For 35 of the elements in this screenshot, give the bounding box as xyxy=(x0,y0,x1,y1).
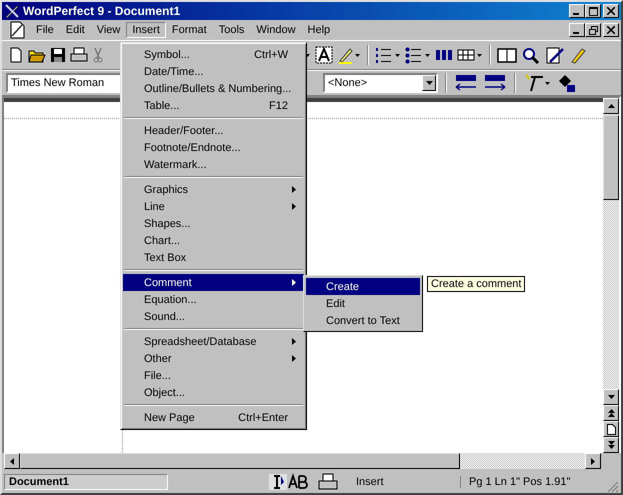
menu-entry[interactable]: File... xyxy=(123,367,304,384)
menu-entry[interactable]: Watermark... xyxy=(123,156,304,173)
menu-entry[interactable]: Spreadsheet/Database xyxy=(123,333,304,350)
menu-entry[interactable]: Comment xyxy=(123,274,304,291)
cursor-position: Pg 1 Ln 1" Pos 1.91" xyxy=(460,476,603,488)
menu-entry[interactable]: Shapes... xyxy=(123,215,304,232)
menu-item[interactable]: File xyxy=(30,22,60,38)
menu-entry[interactable]: Create xyxy=(306,278,420,295)
menu-entry[interactable]: New Page Ctrl+Enter xyxy=(123,409,304,426)
menu-item[interactable]: Window xyxy=(250,22,302,38)
menu-entry[interactable]: Convert to Text xyxy=(306,312,420,329)
menu-entry[interactable]: Graphics xyxy=(123,181,304,198)
menu-entry[interactable]: Table... F12 xyxy=(123,97,304,114)
menu-item[interactable]: Tools xyxy=(212,22,250,38)
insert-mode-indicator[interactable]: Insert xyxy=(342,476,456,488)
document-name: Document1 xyxy=(4,474,168,490)
menu-entry[interactable]: Symbol... Ctrl+W xyxy=(123,46,304,63)
menu-item[interactable]: Insert xyxy=(126,22,166,38)
window-title: WordPerfect 9 - Document1 xyxy=(23,4,182,18)
tooltip: Create a comment xyxy=(427,276,526,292)
menu-item[interactable]: View xyxy=(90,22,126,38)
menu-entry[interactable]: Chart... xyxy=(123,232,304,249)
menu-entry[interactable]: Edit xyxy=(306,295,420,312)
menu-item[interactable]: Help xyxy=(302,22,336,38)
menu-item[interactable]: Edit xyxy=(60,22,91,38)
menu-entry[interactable]: Sound... xyxy=(123,308,304,325)
menu-entry[interactable]: Header/Footer... xyxy=(123,122,304,139)
style-dropdown[interactable]: <None> xyxy=(323,73,438,93)
menu-item[interactable]: Format xyxy=(166,22,213,38)
menu-entry[interactable]: Line xyxy=(123,198,304,215)
menu-entry[interactable]: Text Box xyxy=(123,249,304,266)
menu-entry[interactable]: Other xyxy=(123,350,304,367)
menu-entry[interactable]: Footnote/Endnote... xyxy=(123,139,304,156)
menu-entry[interactable]: Object... xyxy=(123,384,304,401)
menu-entry[interactable]: Equation... xyxy=(123,291,304,308)
